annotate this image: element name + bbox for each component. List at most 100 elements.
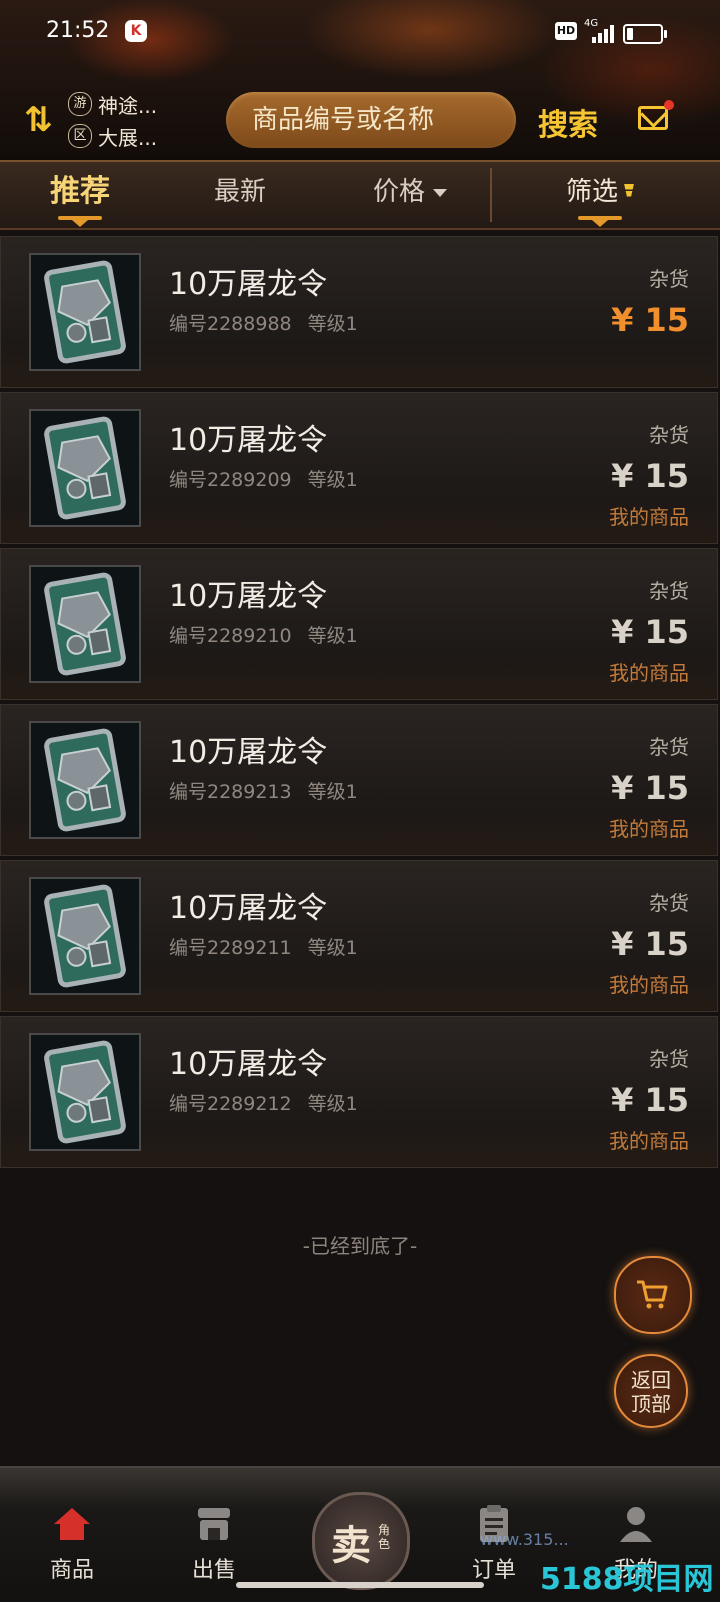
server-zone-name: 大展... <box>98 125 158 150</box>
item-name: 10万屠龙令 <box>169 423 328 458</box>
end-of-list-message: -已经到底了- <box>302 1234 418 1258</box>
server-game[interactable]: 游 神途... <box>68 90 157 118</box>
tab-recommend[interactable]: 推荐 <box>30 162 130 228</box>
back-to-top-line2: 顶部 <box>631 1392 671 1416</box>
item-level: 等级1 <box>307 1093 358 1115</box>
list-item[interactable]: 10万屠龙令 编号2289211 等级1 杂货 ¥ 15 我的商品 <box>0 860 718 1012</box>
token-icon <box>44 572 126 676</box>
item-level: 等级1 <box>307 313 358 335</box>
tab-price[interactable]: 价格 <box>360 162 460 228</box>
tab-filter[interactable]: 筛选 <box>540 162 660 228</box>
item-price: ¥ 15 <box>611 925 689 963</box>
tab-latest[interactable]: 最新 <box>190 162 290 228</box>
item-meta: 编号2289213 等级1 <box>169 777 358 804</box>
item-thumbnail <box>29 565 141 683</box>
token-icon <box>44 884 126 988</box>
item-meta: 编号2289209 等级1 <box>169 465 358 492</box>
hd-indicator: HD <box>555 22 577 40</box>
my-item-label: 我的商品 <box>609 973 689 997</box>
token-icon <box>44 728 126 832</box>
item-thumbnail <box>29 409 141 527</box>
header-banner: 21:52 K HD 4G ⇅ 游 神途... 区 大展... 商品编号或名称 … <box>0 0 720 160</box>
nav-orders-label: 订单 <box>471 1558 516 1583</box>
nav-sell-out-label: 出售 <box>191 1558 236 1583</box>
list-item[interactable]: 10万屠龙令 编号2289213 等级1 杂货 ¥ 15 我的商品 <box>0 704 718 856</box>
item-name: 10万屠龙令 <box>169 891 328 926</box>
item-thumbnail <box>29 721 141 839</box>
switch-server-icon[interactable]: ⇅ <box>24 100 54 140</box>
item-meta: 编号2289210 等级1 <box>169 621 358 648</box>
search-input[interactable]: 商品编号或名称 <box>226 92 516 148</box>
my-item-label: 我的商品 <box>609 661 689 685</box>
zone-badge: 区 <box>68 124 92 148</box>
home-icon <box>50 1502 94 1546</box>
item-level: 等级1 <box>307 625 358 647</box>
item-category: 杂货 <box>649 579 689 603</box>
game-badge: 游 <box>68 92 92 116</box>
list-item[interactable]: 10万屠龙令 编号2289212 等级1 杂货 ¥ 15 我的商品 <box>0 1016 718 1168</box>
search-button[interactable]: 搜索 <box>538 100 598 144</box>
user-icon <box>614 1502 658 1546</box>
list-item[interactable]: 10万屠龙令 编号2288988 等级1 杂货 ¥ 15 <box>0 236 718 388</box>
sort-tabs: 推荐 最新 价格 筛选 <box>0 160 720 230</box>
item-name: 10万屠龙令 <box>169 1047 328 1082</box>
list-item[interactable]: 10万屠龙令 编号2289209 等级1 杂货 ¥ 15 我的商品 <box>0 392 718 544</box>
tab-divider <box>490 168 492 222</box>
list-item[interactable]: 10万屠龙令 编号2289210 等级1 杂货 ¥ 15 我的商品 <box>0 548 718 700</box>
my-item-label: 我的商品 <box>609 505 689 529</box>
watermark-logo: 5188项目网 <box>540 1562 714 1597</box>
status-time: 21:52 <box>46 18 110 43</box>
item-category: 杂货 <box>649 735 689 759</box>
mail-icon[interactable] <box>638 106 668 130</box>
item-meta: 编号2288988 等级1 <box>169 309 358 336</box>
item-name: 10万屠龙令 <box>169 579 328 614</box>
token-icon <box>44 416 126 520</box>
nav-goods[interactable]: 商品 <box>22 1502 122 1584</box>
notification-app-icon: K <box>125 20 147 42</box>
item-code: 编号2289209 <box>169 469 292 491</box>
filter-icon <box>624 183 634 202</box>
item-level: 等级1 <box>307 781 358 803</box>
item-thumbnail <box>29 1033 141 1151</box>
item-level: 等级1 <box>307 469 358 491</box>
home-indicator[interactable] <box>236 1582 484 1588</box>
tab-latest-label: 最新 <box>213 177 266 207</box>
item-category: 杂货 <box>649 891 689 915</box>
nav-sell-out[interactable]: 出售 <box>164 1502 264 1584</box>
item-name: 10万屠龙令 <box>169 735 328 770</box>
item-name: 10万屠龙令 <box>169 267 328 302</box>
nav-goods-label: 商品 <box>49 1558 94 1583</box>
tab-filter-label: 筛选 <box>565 177 618 207</box>
item-code: 编号2288988 <box>169 313 292 335</box>
shop-icon <box>192 1502 236 1546</box>
item-code: 编号2289212 <box>169 1093 292 1115</box>
item-meta: 编号2289212 等级1 <box>169 1089 358 1116</box>
back-to-top-line1: 返回 <box>631 1368 671 1392</box>
cart-button[interactable] <box>614 1256 692 1334</box>
server-game-name: 神途... <box>98 93 158 118</box>
token-icon <box>44 260 126 364</box>
token-icon <box>44 1040 126 1144</box>
item-price: ¥ 15 <box>611 301 689 339</box>
item-meta: 编号2289211 等级1 <box>169 933 358 960</box>
item-category: 杂货 <box>649 1047 689 1071</box>
item-thumbnail <box>29 877 141 995</box>
battery-icon <box>623 24 667 44</box>
item-thumbnail <box>29 253 141 371</box>
notification-dot <box>664 100 674 110</box>
status-bar: 21:52 K HD 4G <box>0 14 720 50</box>
sell-main-label: 卖 <box>331 1523 371 1569</box>
filter-chevron <box>592 220 608 227</box>
item-code: 编号2289210 <box>169 625 292 647</box>
server-zone[interactable]: 区 大展... <box>68 122 157 150</box>
my-item-label: 我的商品 <box>609 1129 689 1153</box>
my-item-label: 我的商品 <box>609 817 689 841</box>
cart-icon <box>637 1280 668 1309</box>
item-level: 等级1 <box>307 937 358 959</box>
sell-role-button[interactable]: 卖 角色 <box>312 1492 410 1590</box>
item-price: ¥ 15 <box>611 769 689 807</box>
item-price: ¥ 15 <box>611 1081 689 1119</box>
back-to-top-button[interactable]: 返回 顶部 <box>614 1354 688 1428</box>
sell-sub-label: 角色 <box>377 1523 390 1551</box>
active-tab-chevron <box>72 220 88 227</box>
